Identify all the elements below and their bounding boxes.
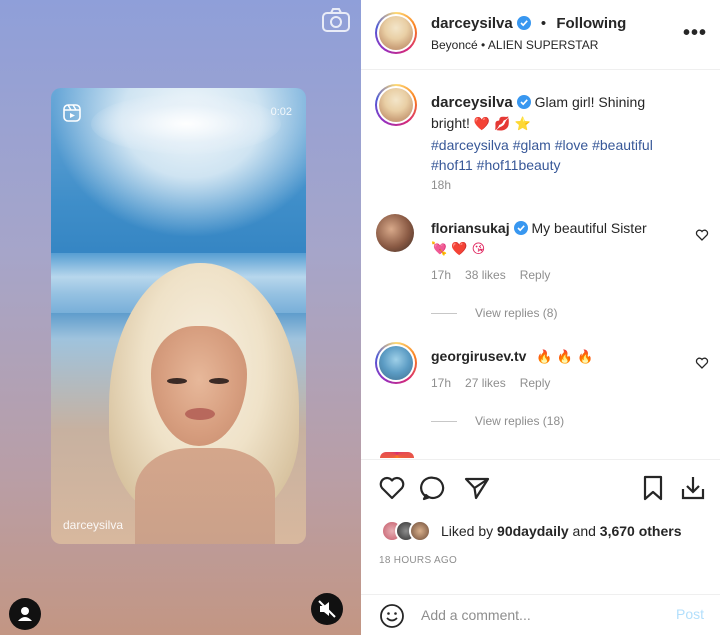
reel-timestamp: 0:02 <box>270 106 292 118</box>
caption-avatar[interactable] <box>375 84 417 126</box>
post-header: darceysilva • Following Beyoncé • ALIEN … <box>361 0 720 70</box>
post-age: 18 HOURS AGO <box>379 555 458 566</box>
send-icon[interactable] <box>463 474 491 502</box>
reply-button[interactable]: Reply <box>520 268 551 282</box>
comment-icon[interactable] <box>420 474 448 502</box>
heart-icon[interactable] <box>695 356 709 370</box>
caption-emojis: ❤️ 💋 ⭐ <box>473 117 531 132</box>
more-options-button[interactable]: ••• <box>683 22 707 45</box>
comment-input[interactable] <box>421 605 661 625</box>
comment-likes[interactable]: 38 likes <box>465 268 506 282</box>
user-icon <box>18 607 32 621</box>
author-username[interactable]: darceysilva <box>431 15 513 32</box>
following-button[interactable]: Following <box>556 15 626 32</box>
post-comment-button[interactable]: Post <box>676 606 704 622</box>
heart-icon[interactable] <box>378 474 406 502</box>
liked-by-user[interactable]: 90daydaily <box>497 523 569 539</box>
commenter-username[interactable]: floriansukaj <box>431 220 510 236</box>
mute-button[interactable] <box>311 593 343 625</box>
chandelier-image <box>91 94 281 154</box>
likes-count[interactable]: 3,670 others <box>600 523 682 539</box>
reels-icon <box>63 104 81 122</box>
verified-badge-icon <box>516 16 531 30</box>
tagged-user-button[interactable] <box>9 598 41 630</box>
verified-badge-icon <box>516 95 531 109</box>
comment-text: My beautiful Sister <box>531 220 647 236</box>
caption-timestamp: 18h <box>431 178 452 192</box>
author-avatar[interactable] <box>375 12 417 54</box>
bookmark-icon[interactable] <box>639 474 667 502</box>
partial-avatar <box>380 452 414 458</box>
caption-username[interactable]: darceysilva <box>431 94 513 111</box>
verified-badge-icon <box>513 221 528 235</box>
muted-speaker-icon <box>318 600 336 618</box>
post-details: darceysilva • Following Beyoncé • ALIEN … <box>361 0 720 635</box>
heart-icon[interactable] <box>695 228 709 242</box>
download-icon[interactable] <box>679 474 707 502</box>
media-viewer: 0:02 darceysilva <box>0 0 361 635</box>
comment-likes[interactable]: 27 likes <box>465 376 506 390</box>
reel-video[interactable]: 0:02 darceysilva <box>51 88 306 544</box>
commenter-avatar[interactable] <box>375 342 417 384</box>
comment-time: 17h <box>431 376 452 390</box>
comment-emojis: 🔥 🔥 🔥 <box>536 350 594 365</box>
likes-summary[interactable]: Liked by 90daydaily and 3,670 others <box>441 523 682 539</box>
liker-avatars <box>381 520 441 542</box>
smiley-icon[interactable] <box>379 603 405 629</box>
camera-icon[interactable] <box>320 6 352 34</box>
commenter-avatar[interactable] <box>376 214 414 252</box>
view-replies-button[interactable]: View replies (18) <box>431 414 564 428</box>
comment-time: 17h <box>431 268 452 282</box>
reply-button[interactable]: Reply <box>520 376 551 390</box>
reel-username: darceysilva <box>63 518 124 532</box>
view-replies-button[interactable]: View replies (8) <box>431 306 557 320</box>
caption-hashtags[interactable]: #darceysilva #glam #love #beautiful #hof… <box>431 137 653 173</box>
separator-dot: • <box>540 15 547 32</box>
audio-track-link[interactable]: Beyoncé • ALIEN SUPERSTAR <box>431 38 598 52</box>
comment-composer: Post <box>361 594 720 635</box>
commenter-username[interactable]: georgirusev.tv <box>431 348 526 364</box>
comment-emojis: 💘 ❤️ 😘 <box>431 242 486 257</box>
